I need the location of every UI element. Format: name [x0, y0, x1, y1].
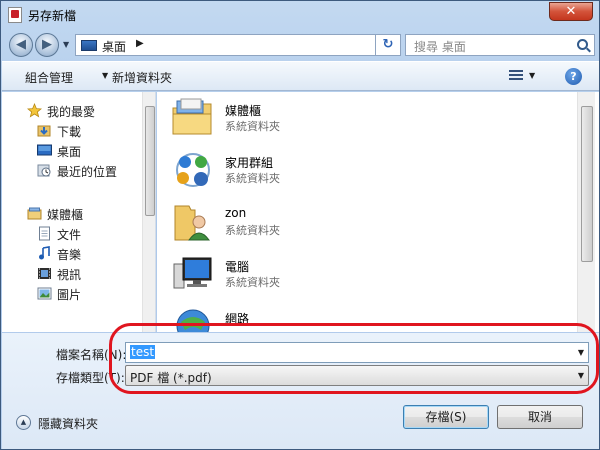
sidebar-item-label: 文件 — [57, 228, 82, 242]
computer-icon — [171, 254, 215, 294]
file-type: 系統資料夾 — [225, 224, 280, 237]
navigation-row: ◀ ▶ ▼ 桌面 ▶ ↻ 搜尋 桌面 — [7, 31, 595, 59]
user-folder-icon — [171, 202, 215, 242]
file-name: 電腦 — [225, 260, 250, 274]
recent-places-icon — [37, 163, 52, 178]
help-icon[interactable]: ? — [565, 68, 582, 85]
homegroup-icon — [171, 150, 215, 190]
navigation-pane: 我的最愛 下載 桌面 最近的位置 媒體櫃 文件 音樂 視訊 圖片 — [2, 92, 156, 332]
address-bar[interactable]: 桌面 ▶ — [75, 34, 401, 56]
file-type: 系統資料夾 — [225, 172, 280, 185]
file-type: 系統資料夾 — [225, 276, 280, 289]
file-list-scrollbar[interactable] — [577, 92, 595, 332]
file-item-user-folder[interactable]: zon 系統資料夾 — [171, 200, 431, 248]
refresh-button[interactable]: ↻ — [375, 34, 401, 56]
view-options-icon[interactable] — [509, 70, 523, 83]
navigation-scrollbar[interactable] — [142, 92, 155, 332]
search-placeholder: 搜尋 桌面 — [414, 40, 466, 54]
window-title: 另存新檔 — [28, 9, 77, 23]
save-button[interactable]: 存檔(S) — [403, 405, 489, 429]
library-icon — [27, 206, 42, 221]
save-as-dialog: 另存新檔 ✕ ◀ ▶ ▼ 桌面 ▶ ↻ 搜尋 桌面 組合管理 ▼ 新增資料夾 ▼… — [0, 0, 600, 450]
download-icon — [37, 123, 52, 138]
organize-caret-icon[interactable]: ▼ — [102, 71, 108, 80]
save-form: 檔案名稱(N): test ▼ 存檔類型(T): PDF 檔 (*.pdf) ▼… — [2, 323, 599, 449]
desktop-icon — [81, 40, 97, 51]
sidebar-item-label: 圖片 — [57, 288, 82, 302]
close-button[interactable]: ✕ — [549, 2, 593, 21]
music-icon — [37, 246, 52, 261]
title-bar[interactable]: 另存新檔 ✕ — [1, 1, 599, 29]
address-chevron-icon[interactable]: ▶ — [136, 38, 144, 49]
sidebar-item-label: 桌面 — [57, 145, 82, 159]
hide-folders-toggle[interactable]: ▲ 隱藏資料夾 — [16, 415, 136, 431]
file-name: 家用群組 — [225, 156, 274, 170]
navigation-scroll-thumb[interactable] — [145, 106, 155, 216]
picture-icon — [37, 286, 52, 301]
search-icon[interactable] — [577, 39, 588, 50]
sidebar-item-label: 視訊 — [57, 268, 82, 282]
pdf-app-icon — [8, 7, 22, 23]
file-name: 媒體櫃 — [225, 104, 262, 118]
library-folder-icon — [171, 98, 215, 138]
file-name: zon — [225, 206, 247, 220]
new-folder-button[interactable]: 新增資料夾 — [112, 69, 172, 86]
video-icon — [37, 266, 52, 281]
sidebar-item-label: 音樂 — [57, 248, 82, 262]
chevron-up-icon: ▲ — [16, 415, 31, 430]
sidebar-item-label: 媒體櫃 — [47, 208, 84, 222]
file-list-pane: 媒體櫃 系統資料夾 家用群組 系統資料夾 zon 系統資料夾 電腦 系統資料夾 … — [157, 92, 599, 332]
file-list-scroll-thumb[interactable] — [581, 106, 593, 262]
desktop-icon — [37, 143, 52, 158]
file-type: 系統資料夾 — [225, 120, 280, 133]
cancel-button[interactable]: 取消 — [497, 405, 583, 429]
document-icon — [37, 226, 52, 241]
search-input[interactable]: 搜尋 桌面 — [405, 34, 595, 56]
command-toolbar: 組合管理 ▼ 新增資料夾 ▼ ? — [2, 61, 599, 91]
organize-button[interactable]: 組合管理 — [25, 69, 73, 86]
history-dropdown-icon[interactable]: ▼ — [63, 41, 71, 49]
annotation-highlight — [109, 323, 599, 394]
hide-folders-label: 隱藏資料夾 — [38, 417, 99, 431]
back-button[interactable]: ◀ — [9, 33, 33, 57]
file-item-homegroup[interactable]: 家用群組 系統資料夾 — [171, 148, 431, 196]
sidebar-item-label: 下載 — [57, 125, 82, 139]
address-location[interactable]: 桌面 — [102, 38, 126, 55]
file-item-libraries[interactable]: 媒體櫃 系統資料夾 — [171, 96, 431, 144]
view-caret-icon[interactable]: ▼ — [529, 71, 535, 80]
forward-button[interactable]: ▶ — [35, 33, 59, 57]
sidebar-item-label: 最近的位置 — [57, 165, 118, 179]
file-item-computer[interactable]: 電腦 系統資料夾 — [171, 252, 431, 300]
sidebar-item-label: 我的最愛 — [47, 105, 96, 119]
star-icon — [26, 102, 43, 118]
